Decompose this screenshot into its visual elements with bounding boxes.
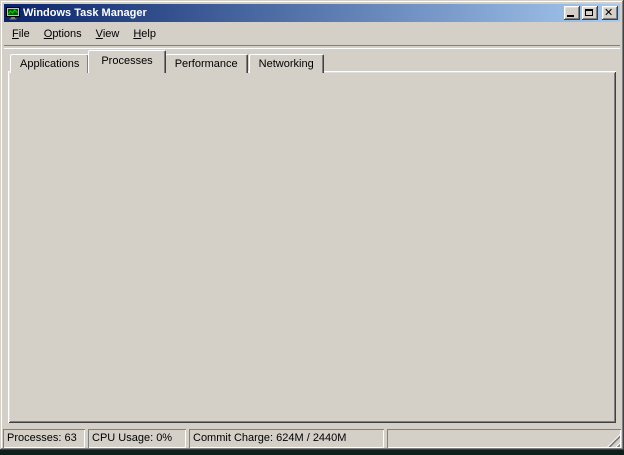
tab-performance[interactable]: Performance [165,54,248,73]
maximize-button[interactable] [582,6,598,20]
menu-options[interactable]: Options [37,26,89,42]
status-cpu-usage: CPU Usage: 0% [88,429,186,448]
resize-grip[interactable] [607,434,620,447]
processes-tab-page [8,71,616,423]
menu-divider [4,45,620,49]
status-commit-charge: Commit Charge: 624M / 2440M [189,429,384,448]
menu-help[interactable]: Help [126,26,163,42]
minimize-icon [567,15,574,17]
tab-applications[interactable]: Applications [10,54,89,73]
task-manager-window: Windows Task Manager ✕ File Options View… [0,0,624,450]
status-empty-panel [387,429,621,448]
maximize-icon [585,9,593,16]
minimize-button[interactable] [564,6,580,20]
window-title: Windows Task Manager [23,7,147,19]
status-bar: Processes: 63 CPU Usage: 0% Commit Charg… [3,428,621,448]
menu-view[interactable]: View [89,26,127,42]
status-processes: Processes: 63 [3,429,85,448]
title-bar[interactable]: Windows Task Manager ✕ [4,4,620,22]
tab-networking[interactable]: Networking [249,54,324,73]
tab-processes[interactable]: Processes [88,50,165,73]
menu-file[interactable]: File [5,26,37,42]
tab-strip: Applications Processes Performance Netwo… [10,50,325,73]
menu-bar: File Options View Help [5,25,163,42]
task-manager-icon [6,6,20,20]
close-icon: ✕ [604,7,613,18]
close-button[interactable]: ✕ [602,6,618,20]
